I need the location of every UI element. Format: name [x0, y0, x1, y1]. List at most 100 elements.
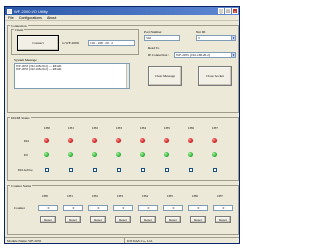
di-led-ch4 [140, 152, 145, 157]
close-socket-button[interactable]: Close Socket [198, 66, 232, 86]
di-row-label: DI [24, 153, 28, 157]
menu-configurations[interactable]: Configurations [19, 15, 42, 20]
net-id-value: 3 [198, 36, 200, 40]
counter-channel-header: CH2 [91, 194, 99, 198]
ip-connection-label: IP Connection : [148, 53, 170, 57]
di-led-ch1 [68, 152, 73, 157]
app-icon [7, 8, 12, 14]
counter-value-ch1: 0 [63, 205, 83, 211]
reset-button-ch6[interactable]: Reset [190, 216, 206, 223]
do-active-row-label: DO Active [18, 168, 33, 172]
di-led-ch0 [44, 152, 49, 157]
counter-value-ch3: 0 [113, 205, 133, 211]
chevron-down-icon: ▼ [231, 36, 235, 40]
menu-about[interactable]: About [47, 15, 56, 20]
do-active-checkbox-ch4[interactable] [140, 168, 145, 172]
dodi-channel-header: CH5 [163, 126, 171, 130]
do-active-checkbox-ch0[interactable] [44, 168, 49, 172]
log-scrollbar[interactable] [126, 64, 129, 88]
close-button[interactable]: × [232, 8, 238, 14]
ip-address-input[interactable]: 192 . 168 . 20 . 2 [88, 40, 135, 46]
dodi-channel-header: CH2 [91, 126, 99, 130]
do-led-ch1 [68, 138, 73, 143]
port-number-input[interactable]: 502 [144, 35, 180, 41]
do-led-ch0 [44, 138, 49, 143]
ip-prefix-label: to WF-2000: [62, 41, 80, 45]
di-led-ch7 [212, 152, 217, 157]
counter-channel-header: CH3 [116, 194, 124, 198]
dodi-channel-header: CH3 [115, 126, 123, 130]
dodi-status-group: DO/DI Status CH0 CH1 CH2 CH3 CH4 CH5 CH6… [7, 116, 239, 181]
di-led-ch3 [116, 152, 121, 157]
system-message-log[interactable]: WF-2055 (192.168.20.2) --- READ WF-2055 … [14, 63, 130, 89]
dodi-channel-header: CH4 [139, 126, 147, 130]
di-led-ch2 [92, 152, 97, 157]
do-active-checkbox-ch3[interactable] [116, 168, 121, 172]
counter-channel-header: CH1 [66, 194, 74, 198]
dodi-channel-header: CH6 [187, 126, 195, 130]
log-line: WF-2055 (192.168.20.2) --- READ [16, 67, 62, 72]
port-number-label: Port Number [144, 30, 162, 34]
do-active-checkbox-ch1[interactable] [68, 168, 73, 172]
counter-channel-header: CH7 [216, 194, 224, 198]
reset-button-ch4[interactable]: Reset [140, 216, 156, 223]
do-led-ch5 [164, 138, 169, 143]
maximize-button[interactable]: □ [225, 8, 231, 14]
counter-group-label: Counter Status [10, 184, 33, 188]
do-active-checkbox-ch6[interactable] [188, 168, 193, 172]
counter-channel-header: CH0 [41, 194, 49, 198]
dodi-channel-header: CH1 [67, 126, 75, 130]
clear-message-button[interactable]: Clear Message [148, 66, 182, 86]
module-name-status: Module Name: WF-2055 [5, 238, 125, 243]
utility-window: WF-2000 I/O Utility _ □ × File Configura… [4, 6, 240, 244]
do-active-checkbox-ch5[interactable] [164, 168, 169, 172]
reset-button-ch7[interactable]: Reset [215, 216, 231, 223]
reset-button-ch3[interactable]: Reset [115, 216, 131, 223]
dodi-group-label: DO/DI Status [10, 116, 31, 120]
counter-value-ch5: 0 [163, 205, 183, 211]
counter-value-ch7: 0 [213, 205, 233, 211]
menu-file[interactable]: File [8, 15, 14, 20]
reset-button-ch5[interactable]: Reset [165, 216, 181, 223]
do-led-ch6 [188, 138, 193, 143]
do-led-ch7 [212, 138, 217, 143]
minimize-button[interactable]: _ [218, 8, 224, 14]
client-group: Client Connect to WF-2000: 192 . 168 . 2… [11, 28, 139, 55]
net-id-label: Net ID [196, 30, 206, 34]
counter-channel-header: CH6 [191, 194, 199, 198]
counter-status-group: Counter Status CH0 CH1 CH2 CH3 CH4 CH5 C… [7, 184, 239, 235]
ip-connection-select[interactable]: WF-2055 (192.168.20.2) ▼ [174, 52, 236, 58]
menu-bar: File Configurations About [5, 15, 239, 21]
do-led-ch4 [140, 138, 145, 143]
di-led-ch5 [164, 152, 169, 157]
di-led-ch6 [188, 152, 193, 157]
do-led-ch2 [92, 138, 97, 143]
do-active-checkbox-ch7[interactable] [212, 168, 217, 172]
connect-button[interactable]: Connect [17, 35, 59, 51]
system-message-label: System Message [14, 58, 37, 62]
net-id-select[interactable]: 3 ▼ [196, 35, 236, 41]
dodi-channel-header: CH0 [43, 126, 51, 130]
counter-row-label: Counter [14, 206, 25, 210]
do-row-label: DO [24, 139, 29, 143]
dodi-channel-header: CH7 [211, 126, 219, 130]
reset-button-ch1[interactable]: Reset [65, 216, 81, 223]
window-title: WF-2000 I/O Utility [14, 8, 48, 14]
title-bar: WF-2000 I/O Utility _ □ × [5, 7, 239, 15]
counter-value-ch4: 0 [138, 205, 158, 211]
chevron-down-icon: ▼ [231, 53, 235, 57]
status-bar: Module Name: WF-2055 ICP DAS Co., Ltd. [5, 237, 239, 243]
ip-connection-value: WF-2055 (192.168.20.2) [176, 53, 210, 57]
reset-button-ch0[interactable]: Reset [40, 216, 56, 223]
read-to-label: Read To [148, 46, 160, 50]
reset-button-ch2[interactable]: Reset [90, 216, 106, 223]
counter-value-ch6: 0 [188, 205, 208, 211]
counter-value-ch0: 0 [38, 205, 58, 211]
counter-value-ch2: 0 [88, 205, 108, 211]
do-led-ch3 [116, 138, 121, 143]
vendor-status: ICP DAS Co., Ltd. [127, 239, 153, 243]
counter-channel-header: CH4 [141, 194, 149, 198]
counter-channel-header: CH5 [166, 194, 174, 198]
client-group-label: Client [14, 28, 25, 32]
do-active-checkbox-ch2[interactable] [92, 168, 97, 172]
